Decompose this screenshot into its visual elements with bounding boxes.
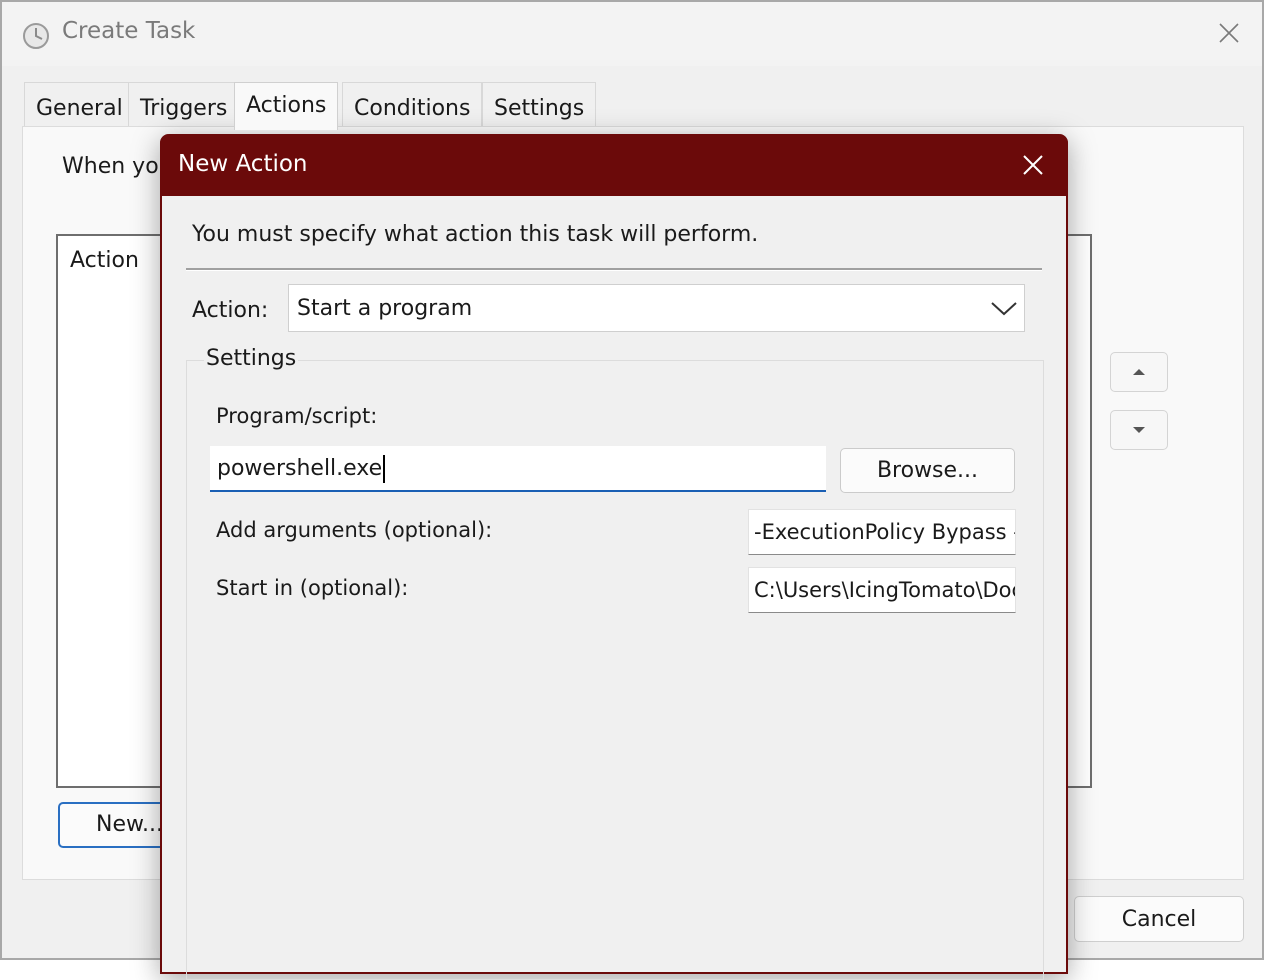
cancel-button[interactable]: Cancel bbox=[1074, 896, 1244, 942]
dialog-titlebar: New Action bbox=[160, 134, 1068, 196]
window-titlebar: Create Task bbox=[2, 2, 1262, 66]
browse-button[interactable]: Browse... bbox=[840, 448, 1015, 493]
action-label: Action: bbox=[192, 298, 269, 323]
add-arguments-label: Add arguments (optional): bbox=[216, 518, 493, 542]
divider bbox=[186, 268, 1042, 271]
start-in-input[interactable]: C:\Users\IcingTomato\Doc bbox=[748, 567, 1016, 613]
chevron-down-icon bbox=[991, 302, 1017, 316]
program-script-label: Program/script: bbox=[216, 404, 378, 428]
clock-icon bbox=[23, 23, 49, 49]
action-type-select[interactable]: Start a program bbox=[288, 284, 1025, 332]
start-in-label: Start in (optional): bbox=[216, 576, 409, 600]
dialog-title: New Action bbox=[178, 151, 308, 177]
settings-legend: Settings bbox=[204, 346, 299, 371]
tab-settings[interactable]: Settings bbox=[482, 82, 597, 128]
dialog-instruction: You must specify what action this task w… bbox=[192, 222, 759, 247]
close-icon[interactable] bbox=[1214, 18, 1244, 48]
move-up-button[interactable] bbox=[1110, 352, 1168, 392]
move-down-button[interactable] bbox=[1110, 410, 1168, 450]
window-title: Create Task bbox=[62, 18, 196, 44]
program-script-value: powershell.exe bbox=[217, 456, 383, 481]
tab-general[interactable]: General bbox=[24, 82, 135, 128]
panel-intro-text: When yo bbox=[62, 154, 159, 179]
close-icon[interactable] bbox=[1018, 150, 1048, 180]
add-arguments-input[interactable]: -ExecutionPolicy Bypass - bbox=[748, 509, 1016, 555]
move-up-arrow-icon bbox=[1133, 369, 1145, 375]
move-down-arrow-icon bbox=[1133, 427, 1145, 433]
action-select-value: Start a program bbox=[297, 296, 473, 321]
tab-triggers[interactable]: Triggers bbox=[128, 82, 240, 128]
new-action-dialog: New Action You must specify what action … bbox=[160, 134, 1068, 980]
tab-actions[interactable]: Actions bbox=[234, 82, 339, 130]
tab-conditions[interactable]: Conditions bbox=[342, 82, 483, 128]
action-column-header[interactable]: Action bbox=[70, 248, 139, 273]
text-caret bbox=[383, 455, 386, 483]
program-script-input[interactable]: powershell.exe bbox=[210, 446, 826, 492]
